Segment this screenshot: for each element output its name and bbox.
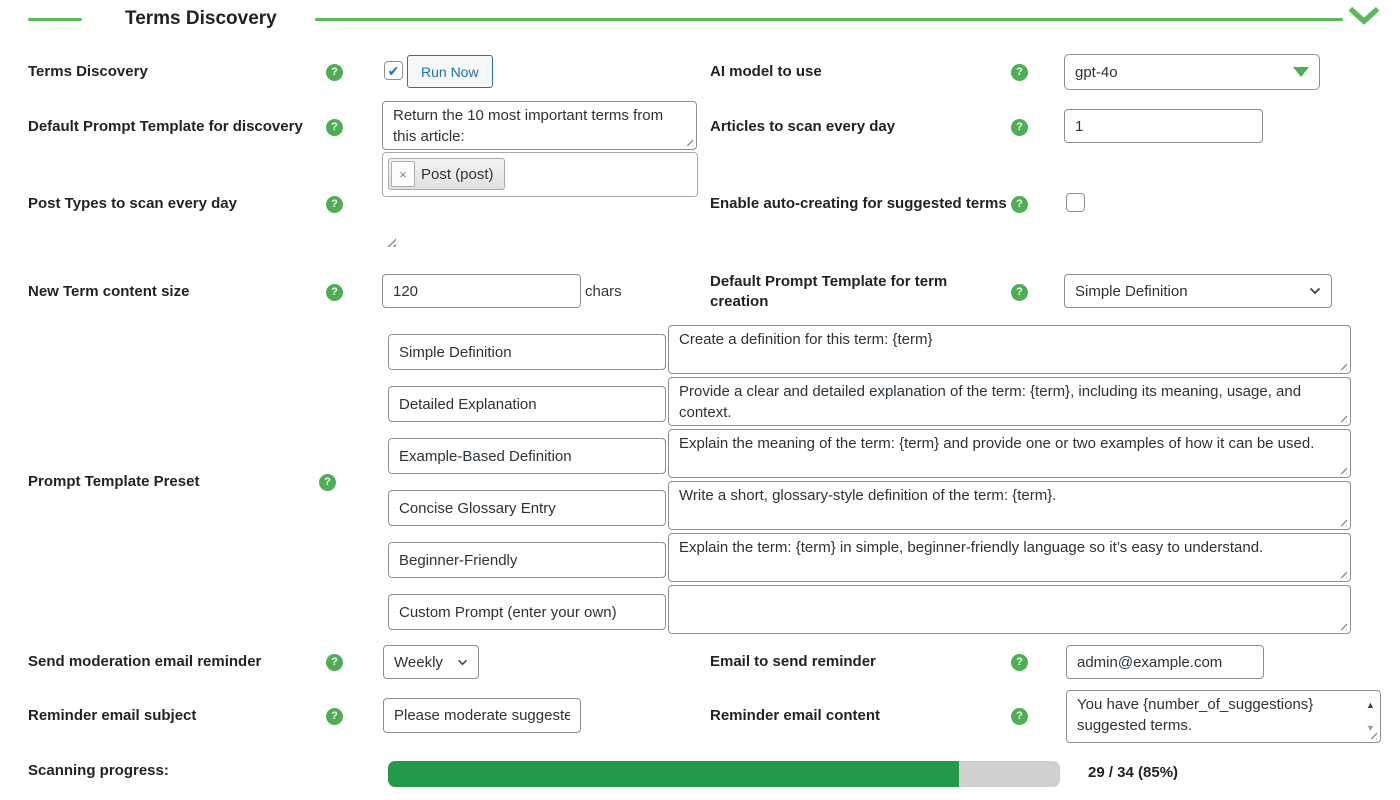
resize-handle-icon[interactable] xyxy=(386,237,396,247)
reminder-content-text: You have {number_of_suggestions} suggest… xyxy=(1077,696,1314,734)
resize-handle-icon[interactable] xyxy=(1338,413,1347,422)
preset-name-input[interactable] xyxy=(388,386,666,422)
content-size-input[interactable] xyxy=(382,274,581,308)
reminder-subject-input[interactable] xyxy=(383,698,581,733)
articles-per-day-input[interactable] xyxy=(1064,109,1263,143)
remove-tag-button[interactable]: × xyxy=(391,161,415,187)
run-now-button[interactable]: Run Now xyxy=(407,55,493,88)
discovery-prompt-textarea[interactable]: Return the 10 most important terms from … xyxy=(382,101,697,150)
term-template-selected-value: Simple Definition xyxy=(1075,282,1188,300)
post-type-tag-label: Post (post) xyxy=(421,165,494,183)
header-divider-left xyxy=(28,18,82,21)
preset-name-input[interactable] xyxy=(388,490,666,526)
articles-per-day-label: Articles to scan every day xyxy=(710,118,896,135)
reminder-email-help-icon[interactable]: ? xyxy=(1011,654,1028,671)
preset-name-input[interactable] xyxy=(388,594,666,630)
selected-post-type-tag: × Post (post) xyxy=(388,158,505,190)
discovery-prompt-label: Default Prompt Template for discovery xyxy=(28,118,303,135)
moderation-reminder-label: Send moderation email reminder xyxy=(28,653,262,670)
reminder-subject-label: Reminder email subject xyxy=(28,707,197,724)
resize-handle-icon[interactable] xyxy=(1338,361,1347,370)
preset-prompt-text: Create a definition for this term: {term… xyxy=(679,331,933,348)
preset-help-icon[interactable]: ? xyxy=(319,474,336,491)
progress-label: Scanning progress: xyxy=(28,762,169,779)
reminder-content-help-icon[interactable]: ? xyxy=(1011,708,1028,725)
term-template-select[interactable]: Simple Definition xyxy=(1064,274,1332,308)
discovery-prompt-text: Return the 10 most important terms from … xyxy=(393,107,664,145)
content-size-suffix: chars xyxy=(585,283,622,300)
reminder-email-label: Email to send reminder xyxy=(710,653,876,670)
reminder-content-label: Reminder email content xyxy=(710,707,881,724)
ai-model-help-icon[interactable]: ? xyxy=(1011,64,1028,81)
section-collapse-chevron-down-icon[interactable] xyxy=(1348,6,1380,28)
ai-model-selected-value: gpt-4o xyxy=(1075,63,1118,81)
post-types-label: Post Types to scan every day xyxy=(28,195,237,212)
content-size-help-icon[interactable]: ? xyxy=(326,284,343,301)
preset-name-input[interactable] xyxy=(388,542,666,578)
preset-prompt-text: Write a short, glossary-style definition… xyxy=(679,487,1057,504)
resize-handle-icon[interactable] xyxy=(684,137,693,146)
checkmark-icon: ✔ xyxy=(387,62,400,79)
preset-name-input[interactable] xyxy=(388,334,666,370)
dropdown-arrow-icon xyxy=(1293,67,1309,77)
terms-discovery-help-icon[interactable]: ? xyxy=(326,64,343,81)
preset-prompt-textarea[interactable] xyxy=(668,585,1351,634)
progress-value: 29 / 34 (85%) xyxy=(1088,764,1179,781)
chevron-down-icon xyxy=(1309,287,1321,295)
progress-fill xyxy=(388,761,960,787)
preset-prompt-textarea[interactable]: Create a definition for this term: {term… xyxy=(668,325,1351,374)
post-types-multiselect[interactable]: × Post (post) xyxy=(382,152,698,197)
chevron-down-icon xyxy=(458,659,467,665)
auto-create-help-icon[interactable]: ? xyxy=(1011,196,1028,213)
resize-handle-icon[interactable] xyxy=(1338,569,1347,578)
preset-prompt-textarea[interactable]: Explain the meaning of the term: {term} … xyxy=(668,429,1351,478)
discovery-prompt-help-icon[interactable]: ? xyxy=(326,119,343,136)
term-template-help-icon[interactable]: ? xyxy=(1011,284,1028,301)
reminder-email-input[interactable] xyxy=(1066,645,1264,679)
content-size-label: New Term content size xyxy=(28,283,190,300)
reminder-content-textarea[interactable]: You have {number_of_suggestions} suggest… xyxy=(1066,690,1381,743)
auto-create-label: Enable auto-creating for suggested terms xyxy=(710,195,1007,212)
terms-discovery-settings-panel: Terms Discovery Terms Discovery ? ✔ Run … xyxy=(0,0,1400,800)
preset-prompt-textarea[interactable]: Explain the term: {term} in simple, begi… xyxy=(668,533,1351,582)
ai-model-select[interactable]: gpt-4o xyxy=(1064,54,1320,90)
header-divider-right xyxy=(315,18,1343,21)
term-template-label: Default Prompt Template for term creatio… xyxy=(710,273,948,310)
moderation-reminder-selected-value: Weekly xyxy=(394,653,443,671)
resize-handle-icon[interactable] xyxy=(1338,517,1347,526)
terms-discovery-checkbox[interactable]: ✔ xyxy=(384,61,403,80)
preset-prompt-text: Explain the meaning of the term: {term} … xyxy=(679,435,1315,452)
articles-per-day-help-icon[interactable]: ? xyxy=(1011,119,1028,136)
reminder-subject-help-icon[interactable]: ? xyxy=(326,708,343,725)
preset-label: Prompt Template Preset xyxy=(28,473,200,490)
preset-prompt-text: Explain the term: {term} in simple, begi… xyxy=(679,539,1264,556)
resize-handle-icon[interactable] xyxy=(1338,621,1347,630)
progress-bar xyxy=(388,761,1060,787)
moderation-reminder-select[interactable]: Weekly xyxy=(383,645,479,679)
preset-prompt-textarea[interactable]: Write a short, glossary-style definition… xyxy=(668,481,1351,530)
section-title: Terms Discovery xyxy=(125,8,277,29)
terms-discovery-label: Terms Discovery xyxy=(28,63,148,80)
ai-model-label: AI model to use xyxy=(710,63,822,80)
auto-create-checkbox[interactable] xyxy=(1066,193,1085,212)
resize-handle-icon[interactable] xyxy=(1338,465,1347,474)
preset-name-input[interactable] xyxy=(388,438,666,474)
post-types-help-icon[interactable]: ? xyxy=(326,196,343,213)
preset-prompt-textarea[interactable]: Provide a clear and detailed explanation… xyxy=(668,377,1351,426)
scroll-up-arrow-icon[interactable]: ▲ xyxy=(1366,695,1375,716)
moderation-reminder-help-icon[interactable]: ? xyxy=(326,654,343,671)
preset-prompt-text: Provide a clear and detailed explanation… xyxy=(679,383,1302,421)
